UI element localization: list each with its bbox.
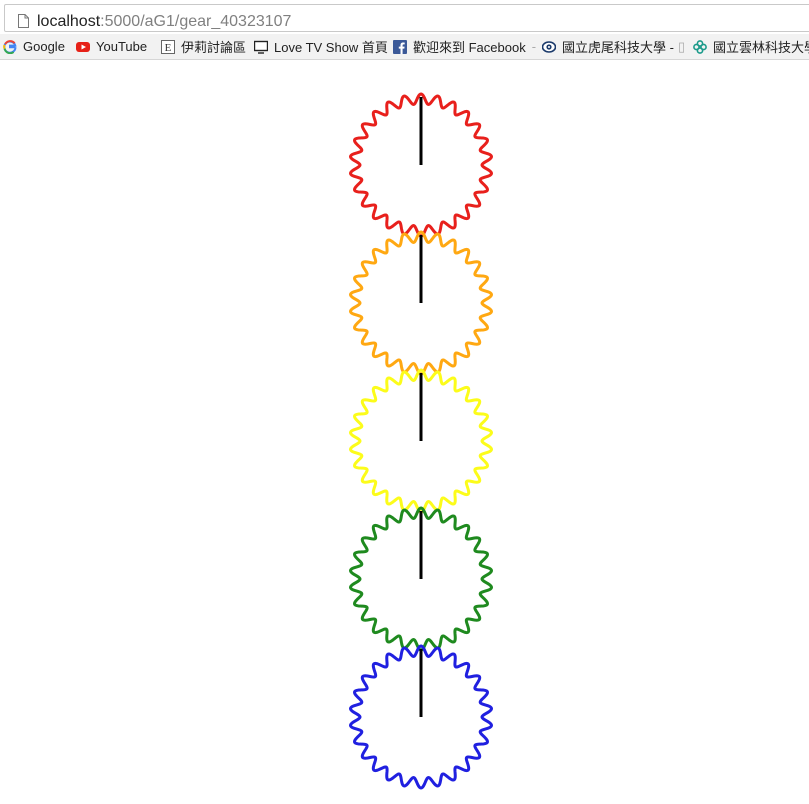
bookmark-label: 國立虎尾科技大學 - — [562, 40, 674, 55]
bookmark-nfu[interactable]: 國立虎尾科技大學 - ▯ — [542, 38, 685, 55]
google-icon — [3, 39, 17, 54]
bookmark-label: Google — [23, 39, 65, 54]
gear-canvas — [0, 60, 809, 804]
gear-drawing — [349, 92, 493, 790]
bookmark-eyny[interactable]: E 伊莉討論區 — [161, 38, 246, 55]
bookmarks-bar: Google YouTube E 伊莉討論區 Love TV Show 首頁 歡… — [0, 34, 809, 60]
url-host: localhost — [37, 13, 101, 30]
bookmark-label: 歡迎來到 Facebook — [413, 40, 526, 55]
bookmark-overflow: ▯ — [677, 38, 686, 54]
eyny-icon: E — [161, 39, 175, 54]
url-field[interactable]: localhost:5000/aG1/gear_40323107 — [4, 4, 809, 32]
bookmark-label: Love TV Show 首頁 — [274, 40, 388, 55]
address-bar: localhost:5000/aG1/gear_40323107 — [0, 0, 809, 34]
facebook-icon — [393, 39, 407, 54]
bookmark-google[interactable]: Google — [3, 38, 65, 55]
url-path: :5000/aG1/gear_40323107 — [100, 13, 292, 30]
yuntech-icon — [693, 39, 707, 54]
svg-text:E: E — [165, 42, 172, 54]
nfu-icon — [542, 40, 556, 53]
tv-icon — [254, 40, 268, 54]
bookmark-yuntech[interactable]: 國立雲林科技大學 — [693, 38, 809, 55]
bookmark-label: 伊莉討論區 — [181, 40, 247, 55]
bookmark-lovetv[interactable]: Love TV Show 首頁 — [254, 38, 388, 55]
bookmark-suffix: - — [531, 39, 537, 54]
bookmark-facebook[interactable]: 歡迎來到 Facebook - — [393, 38, 536, 55]
page-icon — [18, 14, 29, 28]
url-text: localhost:5000/aG1/gear_40323107 — [37, 13, 291, 31]
bookmark-label: 國立雲林科技大學 — [713, 40, 809, 55]
bookmark-youtube[interactable]: YouTube — [76, 38, 147, 55]
youtube-icon — [76, 41, 90, 52]
bookmark-label: YouTube — [96, 39, 148, 54]
